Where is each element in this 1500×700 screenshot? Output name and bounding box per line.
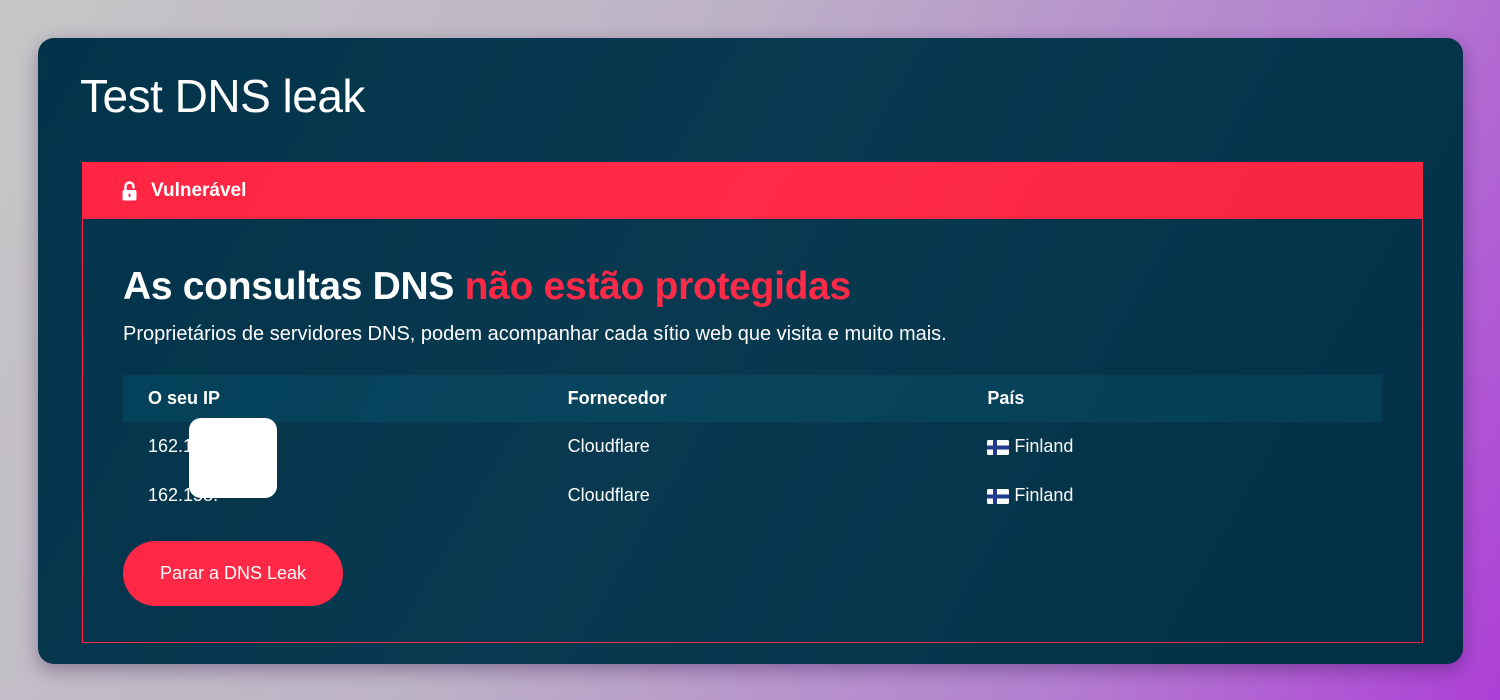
country-name: Finland [1014,436,1074,456]
dns-leak-card: Test DNS leak Vulnerável As consultas DN… [38,38,1463,664]
column-header-provider: Fornecedor [567,388,667,408]
provider-cell: Cloudflare [567,436,650,456]
ip-cell: 162.158. [123,485,543,506]
dns-servers-table: O seu IP Fornecedor País 162.158. Cloudf… [123,375,1382,520]
page-title: Test DNS leak [80,70,365,122]
column-header-country: País [987,388,1025,408]
status-banner: Vulnerável [82,162,1423,219]
table-row: 162.158. Cloudflare Finland [123,418,1382,498]
result-headline: As consultas DNS não estão protegidas [123,263,1382,311]
finland-flag-icon [987,439,1010,455]
headline-accent: não estão protegidas [464,265,852,308]
result-body: As consultas DNS não estão protegidas Pr… [83,219,1422,606]
country-cell: Finland [962,485,1382,506]
provider-cell: Cloudflare [567,485,650,505]
stop-dns-leak-button[interactable]: Parar a DNS Leak [123,541,343,606]
headline-main: As consultas DNS [123,265,465,308]
result-description: Proprietários de servidores DNS, podem a… [123,323,947,345]
table-row: 162.158. Cloudflare Finland [123,471,1382,520]
column-header-ip: O seu IP [148,388,221,408]
result-panel: Vulnerável As consultas DNS não estão pr… [82,162,1423,643]
table-header: O seu IP Fornecedor País [123,375,1382,422]
status-label: Vulnerável [151,179,247,201]
country-name: Finland [1014,485,1074,505]
ip-cell: 162.158. [123,418,543,498]
finland-flag-icon [987,488,1010,504]
country-cell: Finland [962,436,1382,457]
ip-value: 162.158. [148,485,219,505]
unlocked-padlock-icon [122,180,137,201]
